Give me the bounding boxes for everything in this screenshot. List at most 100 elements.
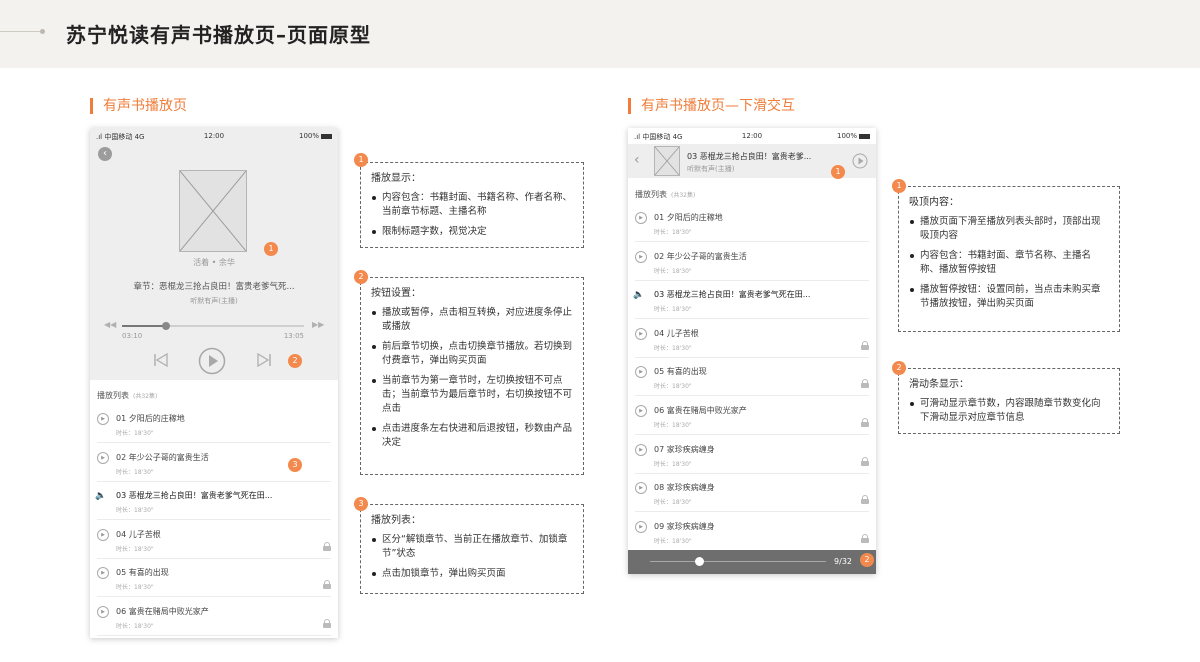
chapter-name: 家珍疾病缠身 (666, 521, 715, 531)
list-item[interactable]: ▶ 02 年少公子哥的富贵生活 时长：18'30" (635, 243, 869, 281)
play-icon: ▶ (635, 520, 647, 533)
chapter-title: 01 夕阳后的庄稼地 (116, 413, 185, 424)
list-item-current[interactable]: 🔈 03 恶棍龙三抢占良田！富贵老爹气死在田... 时长：18'30" (633, 281, 869, 320)
list-item-locked[interactable]: ▶ 05 有喜的出现 时长：18'30" (97, 559, 331, 598)
chapter-duration: 时长：18'30" (116, 545, 154, 553)
note-button-settings: 按钮设置： 播放或暂停，点击相互转换，对应进度条停止或播放 前后章节切换，点击切… (360, 277, 584, 475)
chapter-name: 恶棍龙三抢占良田！富贵老爹气死在田... (666, 290, 811, 300)
battery-icon (321, 133, 332, 139)
chapter-name: 恶棍龙三抢占良田！富贵老爹气死在田... (128, 491, 273, 501)
header-band: 苏宁悦读有声书播放页–页面原型 (0, 0, 1200, 68)
play-circle-icon[interactable] (198, 347, 226, 375)
chapter-duration: 时长：18'30" (654, 537, 692, 545)
chapter-number: 05 (654, 367, 665, 377)
chevron-left-icon[interactable]: ‹ (634, 152, 640, 168)
note-item: 内容包含：书籍封面、书籍名称、作者名称、当前章节标题、主播名称 (371, 191, 573, 219)
list-item-locked[interactable]: ▶ 09 家珍疾病缠身 时长：18'30" (635, 513, 869, 551)
scrubber-knob[interactable] (695, 557, 705, 566)
chevron-left-circle-icon[interactable]: ‹ (98, 147, 112, 161)
skip-previous-icon[interactable] (153, 352, 169, 368)
list-item-locked[interactable]: ▶ 05 有喜的出现 时长：18'30" (635, 358, 869, 397)
lock-glyph (861, 495, 869, 505)
header-decoration-line (0, 31, 42, 32)
lock-icon (861, 418, 869, 427)
chapter-title: 04 儿子苦根 (654, 328, 699, 339)
chapter-name: 年少公子哥的富贵生活 (666, 251, 747, 261)
scrubber-track[interactable] (650, 561, 826, 562)
chapter-number: 03 (654, 290, 665, 300)
play-icon: ▶ (97, 451, 109, 464)
note-item: 可滑动显示章节数，内容跟随章节数变化向下滑动显示对应章节信息 (909, 397, 1109, 425)
player-panel: .ıl 中国移动 4G 12:00 100% ‹ 1 活着 • 余华 章节：恶棍… (90, 128, 338, 380)
play-icon: ▶ (635, 443, 647, 456)
sticky-host-name: 听默有声(主播) (687, 165, 735, 173)
fast-forward-icon[interactable]: ▶▶ (312, 320, 324, 329)
total-time: 13:05 (283, 332, 304, 340)
chapter-number: 02 (116, 452, 127, 462)
chapter-name: 有喜的出现 (666, 367, 707, 377)
chapter-number: 02 (654, 251, 665, 261)
chapter-number: 06 (654, 406, 665, 415)
chapter-number: 01 (654, 213, 665, 222)
book-title-author: 活着 • 余华 (193, 258, 235, 267)
play-icon: ▶ (635, 482, 647, 495)
note-item: 前后章节切换，点击切换章节播放。若切换到付费章节，弹出购买页面 (371, 340, 573, 368)
playlist-header: 播放列表 (共32集) (635, 189, 695, 200)
chapter-duration: 时长：18'30" (116, 623, 154, 630)
chapter-duration: 时长：18'30" (654, 383, 692, 391)
sticky-chapter-title: 03 恶棍龙三抢占良田！富贵老爹... (687, 152, 812, 161)
note-item: 限制标题字数，视觉决定 (371, 225, 573, 239)
note-item: 播放暂停按钮：设置同前，当点击未购买章节播放按钮，弹出购买页面 (909, 283, 1109, 311)
chapter-number: 04 (116, 529, 127, 539)
note-scrubber: 滑动条显示： 可滑动显示章节数，内容跟随章节数变化向下滑动显示对应章节信息 (898, 368, 1120, 434)
note-title: 播放显示： (371, 173, 421, 184)
list-item-locked[interactable]: ▶ 08 家珍疾病缠身 时长：18'30" (635, 474, 869, 513)
playlist-header: 播放列表 (共32集) (97, 390, 157, 401)
chapter-title: 05 有喜的出现 (654, 366, 707, 377)
chapter-name: 夕阳后的庄稼地 (128, 414, 185, 423)
chapter-title: 07 家珍疾病缠身 (654, 444, 715, 455)
chapter-name: 有喜的出现 (128, 568, 169, 578)
progress-fill (122, 325, 166, 327)
list-item[interactable]: ▶ 01 夕阳后的庄稼地 时长：18'30" (635, 204, 869, 242)
list-item-locked[interactable]: ▶ 04 儿子苦根 时长：18'30" (635, 320, 869, 358)
play-icon: ▶ (635, 250, 647, 263)
chapter-title: 06 富贵在赌局中败光家产 (654, 405, 747, 416)
lock-glyph (323, 580, 331, 590)
play-circle-icon[interactable] (852, 153, 868, 169)
chapter-number: 05 (116, 568, 127, 578)
chapter-duration: 时长：18'30" (654, 344, 692, 352)
chapter-duration: 时长：18'30" (654, 422, 692, 429)
chapter-number: 03 (116, 491, 127, 501)
list-item-locked[interactable]: ▶ 04 儿子苦根 时长：18'30" (97, 521, 331, 559)
list-item[interactable]: ▶ 02 年少公子哥的富贵生活 时长：18'30" (97, 444, 331, 482)
list-item-locked[interactable]: ▶ 06 富贵在赌局中败光家产 时长：18'30" (97, 598, 331, 636)
list-item-current[interactable]: 🔈 03 恶棍龙三抢占良田！富贵老爹气死在田... 时长：18'30" (95, 482, 331, 521)
chapter-title: 03 恶棍龙三抢占良田！富贵老爹气死在田... (654, 289, 810, 300)
chapter-number: 06 (116, 607, 127, 616)
chapter-number: 04 (654, 328, 665, 338)
rewind-icon[interactable]: ◀◀ (104, 320, 116, 329)
annotation-badge-2: 2 (860, 553, 874, 567)
chapter-title: 02 年少公子哥的富贵生活 (116, 452, 209, 463)
progress-bar[interactable] (122, 322, 304, 330)
battery-indicator: 100% (299, 132, 332, 140)
list-item-locked[interactable]: ▶ 06 富贵在赌局中败光家产 时长：18'30" (635, 397, 869, 435)
list-item[interactable]: ▶ 01 夕阳后的庄稼地 时长：18'30" (97, 405, 331, 443)
lock-glyph (861, 456, 869, 466)
skip-next-icon[interactable] (256, 352, 272, 368)
annotation-badge-1: 1 (831, 165, 845, 179)
lock-icon (323, 619, 331, 628)
chapter-name: 儿子苦根 (666, 328, 699, 338)
lock-glyph (861, 340, 869, 350)
lock-glyph (323, 541, 331, 551)
chapter-scrubber[interactable]: 9/32 (628, 550, 876, 574)
note-title: 滑动条显示： (909, 379, 969, 390)
note-title: 吸顶内容： (909, 197, 959, 208)
list-item-locked[interactable]: ▶ 07 家珍疾病缠身 时长：18'30" (635, 436, 869, 474)
note-item: 当前章节为第一章节时，左切换按钮不可点击；当前章节为最后章节时，右切换按钮不可点… (371, 374, 573, 416)
speaker-icon: 🔈 (633, 290, 645, 301)
play-icon: ▶ (97, 528, 109, 541)
play-icon: ▶ (97, 567, 109, 580)
progress-knob[interactable] (161, 322, 170, 330)
